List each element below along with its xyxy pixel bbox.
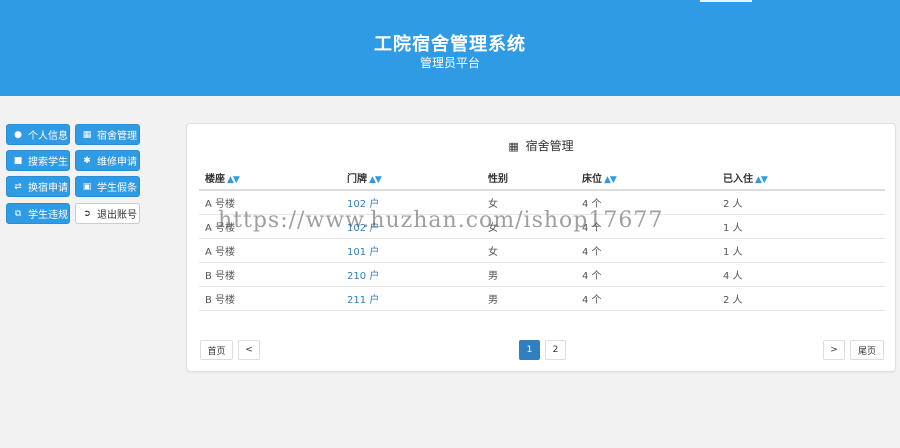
logout-icon: ➲ (83, 208, 91, 219)
sidebar-item-search-student[interactable]: ■ 搜索学生 (6, 150, 70, 171)
table-row: B 号楼 211 户 男 4 个 2 人 (199, 286, 885, 311)
first-page-button[interactable]: 首页 (200, 340, 233, 360)
dorm-table: 楼座 ▲▼ 门牌 ▲▼ 性别 床位 ▲▼ 已入住 ▲▼ A 号楼 102 户 女 4 个… (199, 166, 885, 311)
sidebar-item-label: 退出账号 (97, 210, 137, 221)
sidebar-item-dorm-management[interactable]: ▦ 宿舍管理 (75, 124, 140, 145)
next-page-button[interactable]: > (823, 340, 845, 360)
sidebar-item-label: 换宿申请 (28, 183, 68, 194)
panel-title-text: 宿舍管理 (525, 139, 574, 153)
cell-room-link[interactable]: 210 户 (341, 262, 482, 287)
cell-building: A 号楼 (199, 214, 341, 239)
table-row: A 号楼 101 户 女 4 个 1 人 (199, 238, 885, 263)
cell-occupied: 1 人 (717, 238, 885, 263)
lock-icon: ▣ (82, 181, 92, 192)
sidebar-item-logout[interactable]: ➲ 退出账号 (75, 203, 140, 224)
cell-room-link[interactable]: 102 户 (341, 214, 482, 239)
building-icon: ▦ (508, 140, 519, 153)
cell-beds: 4 个 (576, 190, 717, 215)
sort-icon[interactable]: ▲▼ (369, 175, 382, 185)
cell-occupied: 4 人 (717, 262, 885, 287)
cell-occupied: 2 人 (717, 286, 885, 311)
sidebar-item-label: 维修申请 (97, 157, 137, 168)
table-row: A 号楼 102 户 女 4 个 1 人 (199, 214, 885, 239)
sidebar-item-violations[interactable]: ⧉ 学生违规 (6, 203, 70, 224)
sidebar-item-label: 个人信息 (28, 131, 68, 142)
last-page-button[interactable]: 尾页 (850, 340, 884, 360)
sidebar-item-profile[interactable]: ● 个人信息 (6, 124, 70, 145)
table-header-row: 楼座 ▲▼ 门牌 ▲▼ 性别 床位 ▲▼ 已入住 ▲▼ (199, 166, 885, 191)
sort-icon[interactable]: ▲▼ (755, 175, 768, 185)
page-1-button[interactable]: 1 (519, 340, 540, 360)
cell-building: A 号楼 (199, 238, 341, 263)
app-subtitle: 管理员平台 (419, 56, 480, 70)
building-icon: ▦ (82, 129, 92, 140)
dorm-management-panel: ▦ 宿舍管理 楼座 ▲▼ 门牌 ▲▼ 性别 床位 ▲▼ 已入住 ▲▼ A 号楼 102 … (186, 123, 896, 372)
cell-beds: 4 个 (576, 238, 717, 263)
cell-gender: 女 (482, 214, 576, 239)
copy-icon: ⧉ (14, 208, 22, 219)
page-2-button[interactable]: 2 (545, 340, 566, 360)
cell-gender: 男 (482, 286, 576, 311)
table-row: B 号楼 210 户 男 4 个 4 人 (199, 262, 885, 287)
user-icon: ● (14, 129, 22, 140)
sidebar-item-leave-notes[interactable]: ▣ 学生假条 (75, 176, 140, 197)
app-title: 工院宿舍管理系统 (374, 34, 526, 55)
sidebar-item-room-change[interactable]: ⇄ 换宿申请 (6, 176, 70, 197)
column-header-beds[interactable]: 床位 ▲▼ (576, 166, 717, 191)
sidebar-item-label: 宿舍管理 (97, 131, 137, 142)
column-header-room[interactable]: 门牌 ▲▼ (341, 166, 482, 191)
sidebar-item-label: 学生假条 (97, 183, 137, 194)
cell-building: A 号楼 (199, 190, 341, 215)
app-header: 工院宿舍管理系统 管理员平台 (0, 0, 900, 96)
cell-room-link[interactable]: 102 户 (341, 190, 482, 215)
cell-gender: 女 (482, 190, 576, 215)
exchange-icon: ⇄ (14, 181, 22, 192)
table-row: A 号楼 102 户 女 4 个 2 人 (199, 190, 885, 215)
cell-beds: 4 个 (576, 286, 717, 311)
header-top-tab (700, 0, 752, 2)
column-header-building[interactable]: 楼座 ▲▼ (199, 166, 341, 191)
cell-occupied: 2 人 (717, 190, 885, 215)
student-icon: ■ (13, 155, 23, 166)
cell-beds: 4 个 (576, 214, 717, 239)
sort-icon[interactable]: ▲▼ (227, 175, 240, 185)
sidebar-item-label: 学生违规 (28, 210, 68, 221)
column-header-occupied[interactable]: 已入住 ▲▼ (717, 166, 885, 191)
cell-beds: 4 个 (576, 262, 717, 287)
cell-room-link[interactable]: 211 户 (341, 286, 482, 311)
prev-page-button[interactable]: < (238, 340, 260, 360)
cell-gender: 男 (482, 262, 576, 287)
panel-title: ▦ 宿舍管理 (187, 137, 895, 154)
wrench-icon: ✱ (83, 155, 91, 166)
cell-building: B 号楼 (199, 286, 341, 311)
sort-icon[interactable]: ▲▼ (604, 175, 617, 185)
column-header-gender: 性别 (482, 166, 576, 191)
sidebar-item-label: 搜索学生 (28, 157, 68, 168)
cell-building: B 号楼 (199, 262, 341, 287)
cell-room-link[interactable]: 101 户 (341, 238, 482, 263)
cell-occupied: 1 人 (717, 214, 885, 239)
cell-gender: 女 (482, 238, 576, 263)
sidebar-item-repair-request[interactable]: ✱ 维修申请 (75, 150, 140, 171)
